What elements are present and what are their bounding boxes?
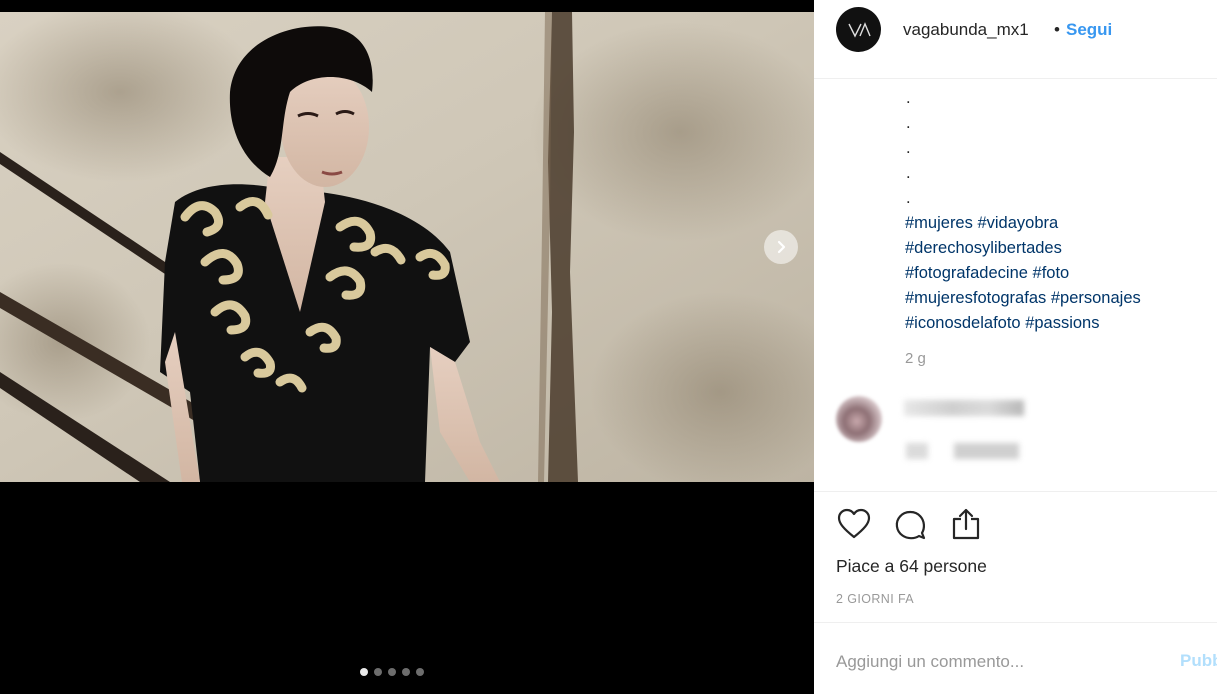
caption-dot-line: . bbox=[906, 139, 911, 157]
publish-button[interactable]: Pubblica bbox=[1180, 651, 1217, 671]
carousel-dot[interactable] bbox=[360, 668, 368, 676]
chevron-right-icon bbox=[777, 240, 786, 254]
caption-dot-line: . bbox=[906, 114, 911, 132]
divider bbox=[814, 622, 1217, 623]
hashtag-link[interactable]: #fotografadecine bbox=[905, 264, 1028, 282]
hashtag-link[interactable]: #mujeresfotografas bbox=[905, 289, 1046, 307]
post-side-panel: vagabunda_mx1 • Segui ..... #mujeres #vi… bbox=[814, 0, 1217, 694]
post-header: vagabunda_mx1 • Segui bbox=[814, 0, 1217, 79]
hashtag-line: #fotografadecine #foto bbox=[905, 261, 1205, 286]
caption-dot-line: . bbox=[906, 89, 911, 107]
post-date: 2 GIORNI FA bbox=[836, 592, 915, 606]
media-viewer bbox=[0, 0, 814, 694]
comment-input[interactable] bbox=[836, 648, 1156, 676]
hashtag-line: #mujeresfotografas #personajes bbox=[905, 286, 1205, 311]
caption-dot-line: . bbox=[906, 164, 911, 182]
comment-bubble-icon bbox=[895, 510, 926, 540]
hashtag-link[interactable]: #iconosdelafoto bbox=[905, 314, 1021, 332]
hashtag-list: #mujeres #vidayobra #derechosylibertades #… bbox=[905, 211, 1205, 336]
brand-logo-icon bbox=[847, 21, 871, 38]
post-photo[interactable] bbox=[0, 12, 814, 482]
hashtag-link[interactable]: #derechosylibertades bbox=[905, 239, 1062, 257]
like-button[interactable] bbox=[836, 506, 872, 542]
hashtag-line: #mujeres #vidayobra bbox=[905, 211, 1205, 236]
caption-dot-line: . bbox=[906, 189, 911, 207]
instagram-post-modal: vagabunda_mx1 • Segui ..... #mujeres #vi… bbox=[0, 0, 1217, 694]
hashtag-link[interactable]: #vidayobra bbox=[977, 214, 1058, 232]
share-upload-icon bbox=[952, 508, 980, 540]
hashtag-line: #derechosylibertades bbox=[905, 236, 1205, 261]
hashtag-link[interactable]: #personajes bbox=[1051, 289, 1141, 307]
photo-image bbox=[0, 12, 814, 482]
comment-button[interactable] bbox=[892, 506, 928, 542]
hashtag-line: #iconosdelafoto #passions bbox=[905, 311, 1205, 336]
carousel-dot[interactable] bbox=[374, 668, 382, 676]
comment-username-blurred bbox=[904, 400, 1024, 416]
share-button[interactable] bbox=[948, 506, 984, 542]
carousel-indicator bbox=[0, 668, 814, 676]
comment-meta-blurred bbox=[906, 443, 928, 459]
next-slide-button[interactable] bbox=[764, 230, 798, 264]
username-link[interactable]: vagabunda_mx1 bbox=[903, 20, 1029, 40]
hashtag-link[interactable]: #foto bbox=[1033, 264, 1070, 282]
likes-count[interactable]: Piace a 64 persone bbox=[836, 556, 987, 577]
follow-button[interactable]: Segui bbox=[1066, 20, 1112, 40]
heart-icon bbox=[837, 508, 871, 539]
post-caption: ..... #mujeres #vidayobra #derechosyliber… bbox=[905, 86, 1205, 336]
carousel-dot[interactable] bbox=[402, 668, 410, 676]
action-bar bbox=[836, 506, 984, 542]
comment-avatar[interactable] bbox=[836, 396, 882, 442]
hashtag-link[interactable]: #passions bbox=[1025, 314, 1099, 332]
hashtag-link[interactable]: #mujeres bbox=[905, 214, 973, 232]
caption-age: 2 g bbox=[905, 350, 926, 367]
avatar[interactable] bbox=[836, 7, 881, 52]
divider bbox=[814, 491, 1217, 492]
carousel-dot[interactable] bbox=[416, 668, 424, 676]
carousel-dot[interactable] bbox=[388, 668, 396, 676]
comment-reply-blurred bbox=[954, 443, 1019, 459]
separator-dot: • bbox=[1054, 20, 1060, 39]
